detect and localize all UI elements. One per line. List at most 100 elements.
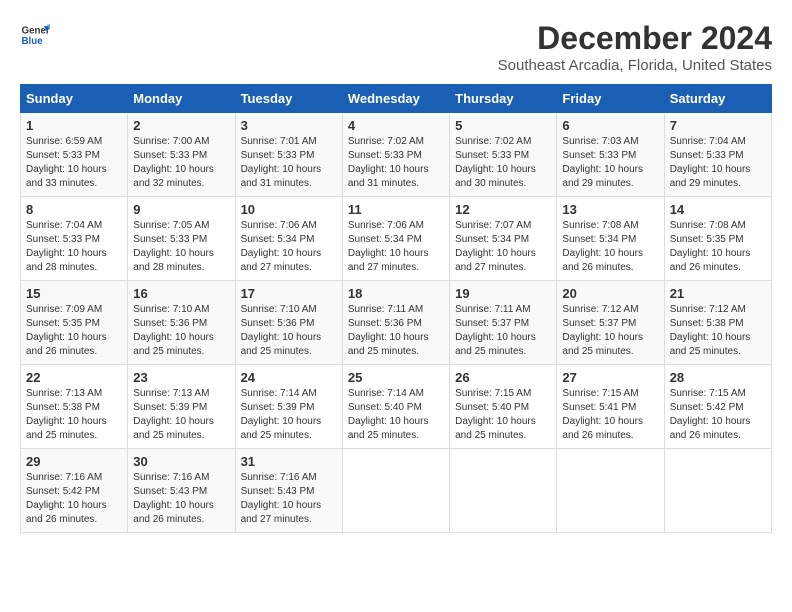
- day-number: 30: [133, 454, 229, 469]
- calendar-day-cell: 27 Sunrise: 7:15 AMSunset: 5:41 PMDaylig…: [557, 365, 664, 449]
- day-detail: Sunrise: 7:11 AMSunset: 5:36 PMDaylight:…: [348, 303, 444, 359]
- day-number: 13: [562, 202, 658, 217]
- calendar-header: SundayMondayTuesdayWednesdayThursdayFrid…: [21, 85, 772, 113]
- day-number: 2: [133, 118, 229, 133]
- day-number: 25: [348, 370, 444, 385]
- day-number: 29: [26, 454, 122, 469]
- day-detail: Sunrise: 7:15 AMSunset: 5:42 PMDaylight:…: [670, 387, 766, 443]
- day-number: 22: [26, 370, 122, 385]
- page-subtitle: Southeast Arcadia, Florida, United State…: [498, 57, 772, 74]
- calendar-day-header: Tuesday: [235, 85, 342, 113]
- calendar-day-cell: 14 Sunrise: 7:08 AMSunset: 5:35 PMDaylig…: [664, 197, 771, 281]
- day-detail: Sunrise: 7:10 AMSunset: 5:36 PMDaylight:…: [241, 303, 337, 359]
- day-number: 8: [26, 202, 122, 217]
- day-detail: Sunrise: 7:04 AMSunset: 5:33 PMDaylight:…: [670, 135, 766, 191]
- calendar-day-cell: 20 Sunrise: 7:12 AMSunset: 5:37 PMDaylig…: [557, 281, 664, 365]
- day-number: 17: [241, 286, 337, 301]
- day-detail: Sunrise: 7:16 AMSunset: 5:43 PMDaylight:…: [241, 471, 337, 527]
- calendar-day-cell: 18 Sunrise: 7:11 AMSunset: 5:36 PMDaylig…: [342, 281, 449, 365]
- day-detail: Sunrise: 7:10 AMSunset: 5:36 PMDaylight:…: [133, 303, 229, 359]
- calendar-week-row: 1 Sunrise: 6:59 AMSunset: 5:33 PMDayligh…: [21, 113, 772, 197]
- calendar-week-row: 8 Sunrise: 7:04 AMSunset: 5:33 PMDayligh…: [21, 197, 772, 281]
- title-area: December 2024 Southeast Arcadia, Florida…: [498, 20, 772, 74]
- calendar-day-cell: 3 Sunrise: 7:01 AMSunset: 5:33 PMDayligh…: [235, 113, 342, 197]
- day-detail: Sunrise: 7:09 AMSunset: 5:35 PMDaylight:…: [26, 303, 122, 359]
- calendar-day-cell: 24 Sunrise: 7:14 AMSunset: 5:39 PMDaylig…: [235, 365, 342, 449]
- day-detail: Sunrise: 7:05 AMSunset: 5:33 PMDaylight:…: [133, 219, 229, 275]
- day-detail: Sunrise: 6:59 AMSunset: 5:33 PMDaylight:…: [26, 135, 122, 191]
- day-detail: Sunrise: 7:15 AMSunset: 5:41 PMDaylight:…: [562, 387, 658, 443]
- calendar-day-header: Sunday: [21, 85, 128, 113]
- calendar-day-cell: 6 Sunrise: 7:03 AMSunset: 5:33 PMDayligh…: [557, 113, 664, 197]
- day-number: 6: [562, 118, 658, 133]
- calendar-day-cell: 9 Sunrise: 7:05 AMSunset: 5:33 PMDayligh…: [128, 197, 235, 281]
- day-detail: Sunrise: 7:01 AMSunset: 5:33 PMDaylight:…: [241, 135, 337, 191]
- day-detail: Sunrise: 7:06 AMSunset: 5:34 PMDaylight:…: [241, 219, 337, 275]
- day-detail: Sunrise: 7:13 AMSunset: 5:39 PMDaylight:…: [133, 387, 229, 443]
- calendar-day-cell: 8 Sunrise: 7:04 AMSunset: 5:33 PMDayligh…: [21, 197, 128, 281]
- calendar-day-cell: 11 Sunrise: 7:06 AMSunset: 5:34 PMDaylig…: [342, 197, 449, 281]
- calendar-day-cell: 21 Sunrise: 7:12 AMSunset: 5:38 PMDaylig…: [664, 281, 771, 365]
- day-detail: Sunrise: 7:02 AMSunset: 5:33 PMDaylight:…: [348, 135, 444, 191]
- day-number: 23: [133, 370, 229, 385]
- day-detail: Sunrise: 7:07 AMSunset: 5:34 PMDaylight:…: [455, 219, 551, 275]
- calendar-day-cell: 19 Sunrise: 7:11 AMSunset: 5:37 PMDaylig…: [450, 281, 557, 365]
- day-number: 31: [241, 454, 337, 469]
- day-number: 14: [670, 202, 766, 217]
- calendar-day-header: Saturday: [664, 85, 771, 113]
- day-detail: Sunrise: 7:02 AMSunset: 5:33 PMDaylight:…: [455, 135, 551, 191]
- calendar-day-cell: 13 Sunrise: 7:08 AMSunset: 5:34 PMDaylig…: [557, 197, 664, 281]
- day-number: 10: [241, 202, 337, 217]
- calendar-day-cell: [450, 449, 557, 533]
- calendar-day-cell: 30 Sunrise: 7:16 AMSunset: 5:43 PMDaylig…: [128, 449, 235, 533]
- day-number: 1: [26, 118, 122, 133]
- day-detail: Sunrise: 7:00 AMSunset: 5:33 PMDaylight:…: [133, 135, 229, 191]
- day-number: 16: [133, 286, 229, 301]
- calendar-day-cell: 22 Sunrise: 7:13 AMSunset: 5:38 PMDaylig…: [21, 365, 128, 449]
- day-detail: Sunrise: 7:06 AMSunset: 5:34 PMDaylight:…: [348, 219, 444, 275]
- calendar-day-header: Monday: [128, 85, 235, 113]
- day-number: 7: [670, 118, 766, 133]
- page-header: General Blue December 2024 Southeast Arc…: [20, 20, 772, 74]
- calendar-day-header: Wednesday: [342, 85, 449, 113]
- calendar-table: SundayMondayTuesdayWednesdayThursdayFrid…: [20, 84, 772, 533]
- calendar-day-cell: 16 Sunrise: 7:10 AMSunset: 5:36 PMDaylig…: [128, 281, 235, 365]
- day-number: 11: [348, 202, 444, 217]
- day-number: 21: [670, 286, 766, 301]
- calendar-week-row: 29 Sunrise: 7:16 AMSunset: 5:42 PMDaylig…: [21, 449, 772, 533]
- day-number: 20: [562, 286, 658, 301]
- calendar-day-cell: 25 Sunrise: 7:14 AMSunset: 5:40 PMDaylig…: [342, 365, 449, 449]
- day-detail: Sunrise: 7:12 AMSunset: 5:38 PMDaylight:…: [670, 303, 766, 359]
- day-detail: Sunrise: 7:16 AMSunset: 5:42 PMDaylight:…: [26, 471, 122, 527]
- calendar-day-cell: [664, 449, 771, 533]
- calendar-day-cell: 5 Sunrise: 7:02 AMSunset: 5:33 PMDayligh…: [450, 113, 557, 197]
- day-number: 28: [670, 370, 766, 385]
- day-detail: Sunrise: 7:14 AMSunset: 5:39 PMDaylight:…: [241, 387, 337, 443]
- calendar-day-cell: 4 Sunrise: 7:02 AMSunset: 5:33 PMDayligh…: [342, 113, 449, 197]
- day-detail: Sunrise: 7:12 AMSunset: 5:37 PMDaylight:…: [562, 303, 658, 359]
- calendar-day-cell: 2 Sunrise: 7:00 AMSunset: 5:33 PMDayligh…: [128, 113, 235, 197]
- logo: General Blue: [20, 20, 50, 50]
- day-number: 15: [26, 286, 122, 301]
- day-number: 12: [455, 202, 551, 217]
- calendar-day-cell: 29 Sunrise: 7:16 AMSunset: 5:42 PMDaylig…: [21, 449, 128, 533]
- day-number: 27: [562, 370, 658, 385]
- day-detail: Sunrise: 7:04 AMSunset: 5:33 PMDaylight:…: [26, 219, 122, 275]
- day-number: 24: [241, 370, 337, 385]
- calendar-day-cell: 10 Sunrise: 7:06 AMSunset: 5:34 PMDaylig…: [235, 197, 342, 281]
- day-number: 5: [455, 118, 551, 133]
- page-title: December 2024: [498, 20, 772, 57]
- day-number: 19: [455, 286, 551, 301]
- calendar-day-header: Friday: [557, 85, 664, 113]
- calendar-day-cell: [342, 449, 449, 533]
- day-number: 4: [348, 118, 444, 133]
- calendar-day-cell: 31 Sunrise: 7:16 AMSunset: 5:43 PMDaylig…: [235, 449, 342, 533]
- day-detail: Sunrise: 7:15 AMSunset: 5:40 PMDaylight:…: [455, 387, 551, 443]
- day-detail: Sunrise: 7:11 AMSunset: 5:37 PMDaylight:…: [455, 303, 551, 359]
- calendar-week-row: 22 Sunrise: 7:13 AMSunset: 5:38 PMDaylig…: [21, 365, 772, 449]
- calendar-day-header: Thursday: [450, 85, 557, 113]
- calendar-day-cell: 7 Sunrise: 7:04 AMSunset: 5:33 PMDayligh…: [664, 113, 771, 197]
- day-detail: Sunrise: 7:14 AMSunset: 5:40 PMDaylight:…: [348, 387, 444, 443]
- calendar-day-cell: 12 Sunrise: 7:07 AMSunset: 5:34 PMDaylig…: [450, 197, 557, 281]
- day-number: 18: [348, 286, 444, 301]
